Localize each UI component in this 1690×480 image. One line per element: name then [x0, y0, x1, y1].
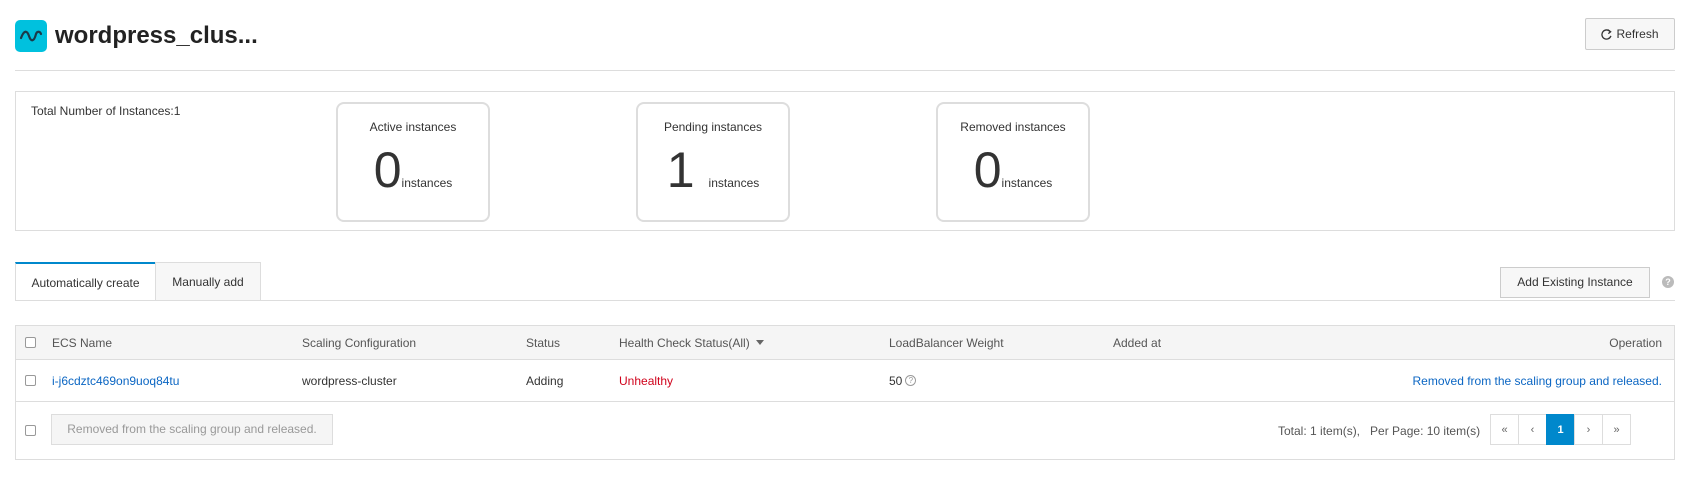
tab-manually-add[interactable]: Manually add — [155, 262, 261, 301]
scaling-configuration: wordpress-cluster — [302, 373, 397, 388]
help-icon[interactable]: ? — [1662, 276, 1674, 288]
remove-release-link[interactable]: Removed from the scaling group and relea… — [1413, 360, 1662, 401]
last-page-button[interactable]: » — [1602, 414, 1631, 445]
column-header: ECS Name — [52, 335, 113, 350]
card-label: Removed instances — [960, 120, 1066, 134]
footer-checkbox-cell[interactable] — [25, 402, 36, 459]
bulk-remove-release-button[interactable]: Removed from the scaling group and relea… — [51, 414, 333, 445]
loadbalancer-weight: 50? — [889, 360, 917, 401]
next-page-button[interactable]: › — [1574, 414, 1603, 445]
ecs-name-link[interactable]: i-j6cdztc469on9uoq84tu — [52, 360, 179, 401]
column-header: Added at — [1113, 335, 1162, 350]
card-value: 1 — [666, 142, 695, 198]
card-unit: instances — [1001, 176, 1053, 190]
select-all-checkbox-cell[interactable] — [25, 326, 36, 359]
tab-automatically-create[interactable]: Automatically create — [15, 262, 156, 301]
card-value: 0 — [973, 142, 1002, 198]
card-unit: instances — [401, 176, 453, 190]
footer-select-checkbox[interactable] — [25, 425, 36, 436]
column-header: Health Check Status(All) — [619, 335, 750, 350]
caret-down-icon — [755, 340, 764, 345]
row-checkbox[interactable] — [25, 375, 36, 386]
tabs-divider — [15, 300, 1675, 301]
prev-page-button[interactable]: ‹ — [1518, 414, 1547, 445]
question-icon[interactable]: ? — [905, 375, 917, 386]
page-number-button[interactable]: 1 — [1546, 414, 1575, 445]
row-checkbox-cell[interactable] — [25, 360, 36, 401]
refresh-label: Refresh — [1616, 27, 1659, 41]
card-value-row: 1 instances — [638, 142, 788, 211]
instance-summary-panel: Total Number of Instances:1 Active insta… — [15, 91, 1675, 231]
card-label: Pending instances — [663, 120, 763, 134]
instances-table: ECS Name Scaling Configuration Status He… — [15, 325, 1675, 460]
card-unit: instances — [708, 176, 760, 190]
page-title: wordpress_clus... — [55, 22, 258, 49]
select-all-checkbox[interactable] — [25, 337, 36, 348]
per-page-text: Per Page: 10 item(s) — [1370, 423, 1481, 438]
total-instances-label: Total Number of Instances:1 — [31, 104, 181, 118]
card-value-row: 0instances — [338, 142, 488, 211]
card-value-row: 0instances — [938, 142, 1088, 211]
removed-instances-card: Removed instances 0instances — [936, 102, 1090, 222]
health-status: Unhealthy — [619, 373, 674, 388]
column-header: Operation — [1609, 335, 1662, 350]
app-logo-icon — [15, 20, 47, 52]
first-page-button[interactable]: « — [1490, 414, 1519, 445]
card-label: Active instances — [369, 120, 457, 134]
page-header: wordpress_clus... Refresh — [15, 18, 1675, 68]
table-footer: Removed from the scaling group and relea… — [16, 402, 1674, 459]
column-header: Scaling Configuration — [302, 335, 417, 350]
health-check-filter[interactable]: Health Check Status(All) — [619, 326, 764, 359]
active-instances-card: Active instances 0instances — [336, 102, 490, 222]
refresh-icon — [1601, 28, 1613, 40]
add-existing-instance-button[interactable]: Add Existing Instance — [1500, 267, 1650, 298]
header-divider — [15, 70, 1675, 71]
card-value: 0 — [373, 142, 402, 198]
pagination: « ‹ 1 › » — [1490, 414, 1631, 445]
table-header: ECS Name Scaling Configuration Status He… — [16, 326, 1674, 360]
pending-instances-card: Pending instances 1 instances — [636, 102, 790, 222]
total-items-text: Total: 1 item(s), — [1278, 423, 1361, 438]
column-header: Status — [526, 335, 561, 350]
column-header: LoadBalancer Weight — [889, 335, 1004, 350]
pagination-info: Total: 1 item(s), Per Page: 10 item(s) — [1278, 402, 1480, 459]
table-row: i-j6cdztc469on9uoq84tu wordpress-cluster… — [16, 360, 1674, 402]
refresh-button[interactable]: Refresh — [1585, 18, 1675, 50]
status-text: Adding — [526, 373, 564, 388]
weight-value: 50 — [889, 373, 903, 388]
